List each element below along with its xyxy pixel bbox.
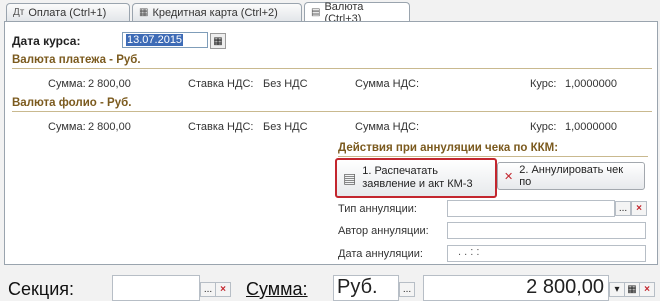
annul-check-button[interactable]: ✕ 2. Аннулировать чек по: [497, 162, 645, 190]
rate-date-input[interactable]: 13.07.2015: [122, 32, 208, 48]
tab-payment[interactable]: Дт Оплата (Ctrl+1): [6, 3, 130, 21]
folio-currency-title: Валюта фолио - Руб.: [12, 97, 132, 109]
tab-credit-card[interactable]: ▦ Кредитная карта (Ctrl+2): [132, 3, 302, 21]
ellipsis-icon[interactable]: ...: [200, 282, 216, 297]
folio-rate-label: Курс:: [530, 121, 557, 133]
payment-sum-value: 2 800,00: [88, 78, 131, 90]
payment-rate-value: 1,0000000: [565, 78, 617, 90]
payment-rate-label: Курс:: [530, 78, 557, 90]
card-icon: ▦: [139, 7, 149, 18]
annul-type-input[interactable]: [447, 200, 615, 217]
dropdown-icon[interactable]: ▾: [609, 282, 625, 297]
sum-label: Сумма:: [246, 279, 308, 299]
print-button-line2: заявление и акт КМ-3: [362, 178, 473, 190]
section-divider: [338, 156, 648, 157]
folio-vat-rate-value: Без НДС: [263, 121, 308, 133]
annul-type-label: Тип аннуляции:: [338, 203, 417, 215]
annul-author-input[interactable]: [447, 222, 646, 239]
clear-icon[interactable]: ×: [631, 201, 647, 216]
annul-actions-title: Действия при аннуляции чека по ККМ:: [338, 142, 559, 154]
annul-date-input[interactable]: . . : :: [447, 245, 646, 262]
printer-icon: ▤: [343, 169, 357, 186]
payment-currency-title: Валюта платежа - Руб.: [12, 54, 141, 66]
currency-icon: ▤: [311, 7, 321, 18]
currency-input[interactable]: Руб.: [333, 275, 399, 301]
payment-vat-rate-label: Ставка НДС:: [188, 78, 254, 90]
annul-button-label: 2. Аннулировать чек по: [519, 164, 624, 188]
cancel-icon: ✕: [504, 170, 514, 183]
ellipsis-icon[interactable]: ...: [615, 201, 631, 216]
payment-sum-label: Сумма:: [48, 78, 86, 90]
print-button-line1: 1. Распечатать: [362, 165, 438, 177]
amount-input[interactable]: 2 800,00: [423, 275, 609, 301]
payment-vat-rate-value: Без НДС: [263, 78, 308, 90]
section-label: Секция:: [8, 279, 74, 299]
rate-date-label: Дата курса:: [12, 34, 81, 48]
payment-vat-sum-label: Сумма НДС:: [355, 78, 420, 90]
folio-vat-rate-label: Ставка НДС:: [188, 121, 254, 133]
calculator-icon[interactable]: ▦: [624, 282, 640, 297]
tab-label: Кредитная карта (Ctrl+2): [152, 6, 278, 19]
folio-sum-label: Сумма:: [48, 121, 86, 133]
section-input[interactable]: [112, 275, 200, 301]
folio-rate-value: 1,0000000: [565, 121, 617, 133]
calendar-icon[interactable]: ▦: [210, 33, 226, 49]
tab-strip: Дт Оплата (Ctrl+1) ▦ Кредитная карта (Ct…: [0, 0, 660, 25]
folio-vat-sum-label: Сумма НДС:: [355, 121, 420, 133]
rate-date-value: 13.07.2015: [126, 34, 184, 46]
folio-sum-value: 2 800,00: [88, 121, 131, 133]
print-statement-button[interactable]: ▤ 1. Распечатать заявление и акт КМ-3: [335, 158, 497, 198]
debit-icon: Дт: [13, 7, 25, 18]
annul-date-label: Дата аннуляции:: [338, 248, 423, 260]
tab-label: Оплата (Ctrl+1): [28, 6, 107, 19]
section-divider: [12, 68, 652, 69]
clear-icon[interactable]: ×: [639, 282, 655, 297]
clear-icon[interactable]: ×: [215, 282, 231, 297]
section-divider: [12, 111, 652, 112]
annul-author-label: Автор аннуляции:: [338, 225, 429, 237]
tab-currency[interactable]: ▤ Валюта (Ctrl+3): [304, 1, 410, 25]
ellipsis-icon[interactable]: ...: [399, 282, 415, 297]
